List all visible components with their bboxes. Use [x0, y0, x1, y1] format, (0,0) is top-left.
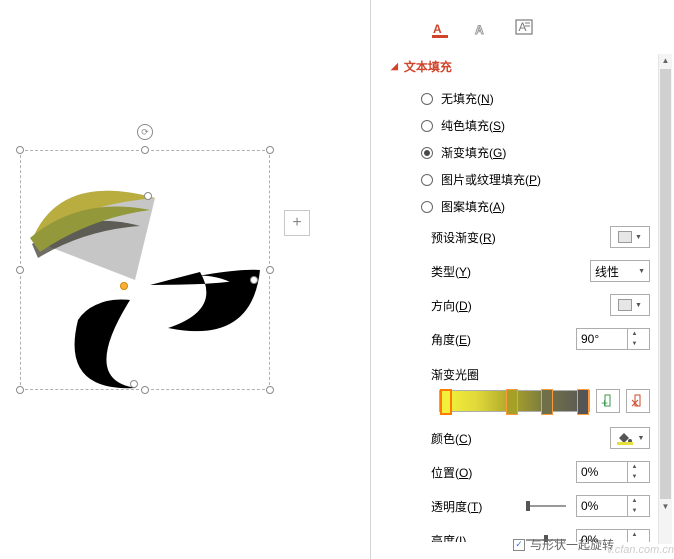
gradient-type-select[interactable]: 线性▼	[590, 260, 650, 282]
gradient-stop-4[interactable]	[577, 389, 589, 415]
radio-no-fill[interactable]: 无填充(N)	[391, 85, 660, 112]
panel-scrollbar[interactable]: ▲ ▼	[658, 54, 672, 544]
rotate-with-shape-checkbox[interactable]: 与形状一起旋转	[513, 536, 614, 553]
add-gradient-stop-button[interactable]: +	[596, 389, 620, 413]
gradient-stop-1[interactable]	[440, 389, 452, 415]
spin-down[interactable]: ▼	[628, 540, 641, 542]
fan-shape[interactable]	[20, 150, 270, 390]
radio-icon	[421, 174, 433, 186]
angle-spinbox[interactable]: ▲▼	[576, 328, 650, 350]
adjust-handle-2[interactable]	[250, 276, 258, 284]
paint-bucket-icon	[616, 431, 634, 445]
svg-text:A: A	[433, 22, 442, 36]
collapse-triangle-icon: ◢	[391, 61, 398, 72]
spin-up[interactable]: ▲	[628, 329, 641, 339]
tab-textbox[interactable]: A	[511, 14, 539, 42]
checkbox-label: 与形状一起旋转	[530, 536, 614, 553]
label-type: 类型(Y)	[431, 263, 580, 280]
selected-shape-group[interactable]: +	[20, 150, 270, 390]
adjust-handle-3[interactable]	[130, 380, 138, 388]
spin-down[interactable]: ▼	[628, 472, 641, 482]
label-direction: 方向(D)	[431, 297, 600, 314]
transparency-slider[interactable]	[526, 497, 566, 515]
position-input[interactable]	[577, 465, 627, 479]
remove-gradient-stop-button[interactable]	[626, 389, 650, 413]
gradient-stop-2[interactable]	[506, 389, 518, 415]
stop-color-picker[interactable]: ▼	[610, 427, 650, 449]
radio-pattern-fill[interactable]: 图案填充(A)	[391, 193, 660, 220]
watermark-text: v.cfan.com.cn	[607, 544, 674, 556]
spin-up[interactable]: ▲	[628, 462, 641, 472]
panel-tab-bar: A A A	[371, 8, 674, 52]
tab-text-fill-outline[interactable]: A	[427, 14, 455, 42]
rotate-handle[interactable]	[137, 124, 153, 140]
radio-icon	[421, 120, 433, 132]
spin-up[interactable]: ▲	[628, 530, 641, 540]
scroll-thumb[interactable]	[660, 69, 671, 499]
scroll-up-button[interactable]: ▲	[659, 54, 672, 68]
angle-input[interactable]	[577, 332, 627, 346]
radio-gradient-fill[interactable]: 渐变填充(G)	[391, 139, 660, 166]
checkbox-icon	[513, 539, 525, 551]
gradient-stop-3[interactable]	[541, 389, 553, 415]
label-color: 颜色(C)	[431, 430, 600, 447]
section-title: 文本填充	[404, 58, 452, 75]
label-gradient-stops: 渐变光圈	[391, 356, 660, 389]
radio-icon	[421, 201, 433, 213]
position-spinbox[interactable]: ▲▼	[576, 461, 650, 483]
radio-icon	[421, 147, 433, 159]
spin-down[interactable]: ▼	[628, 339, 641, 349]
label-position: 位置(O)	[431, 464, 566, 481]
transparency-input[interactable]	[577, 499, 627, 513]
format-shape-panel: A A A ◢ 文本填充 无填充(N) 纯色填充(S) 渐变填充(G) 图片或纹…	[370, 0, 674, 559]
radio-picture-fill[interactable]: 图片或纹理填充(P)	[391, 166, 660, 193]
spin-down[interactable]: ▼	[628, 506, 641, 516]
svg-text:+: +	[601, 396, 608, 408]
label-transparency: 透明度(T)	[431, 498, 516, 515]
layout-options-button[interactable]: +	[284, 210, 310, 236]
preset-gradient-picker[interactable]: ▼	[610, 226, 650, 248]
tab-text-effects[interactable]: A	[469, 14, 497, 42]
svg-text:A: A	[475, 23, 484, 37]
transparency-spinbox[interactable]: ▲▼	[576, 495, 650, 517]
canvas-area[interactable]: +	[0, 0, 370, 559]
radio-icon	[421, 93, 433, 105]
label-brightness: 亮度(I)	[431, 532, 516, 543]
label-angle: 角度(E)	[431, 331, 566, 348]
adjust-handle-4[interactable]	[144, 192, 152, 200]
spin-up[interactable]: ▲	[628, 496, 641, 506]
gradient-stops-track[interactable]	[439, 390, 590, 412]
gradient-direction-picker[interactable]: ▼	[610, 294, 650, 316]
label-preset-gradient: 预设渐变(R)	[431, 229, 600, 246]
scroll-down-button[interactable]: ▼	[659, 500, 672, 514]
adjust-handle-1[interactable]	[120, 282, 128, 290]
svg-text:A: A	[519, 20, 527, 34]
section-header-text-fill[interactable]: ◢ 文本填充	[391, 58, 660, 75]
radio-solid-fill[interactable]: 纯色填充(S)	[391, 112, 660, 139]
